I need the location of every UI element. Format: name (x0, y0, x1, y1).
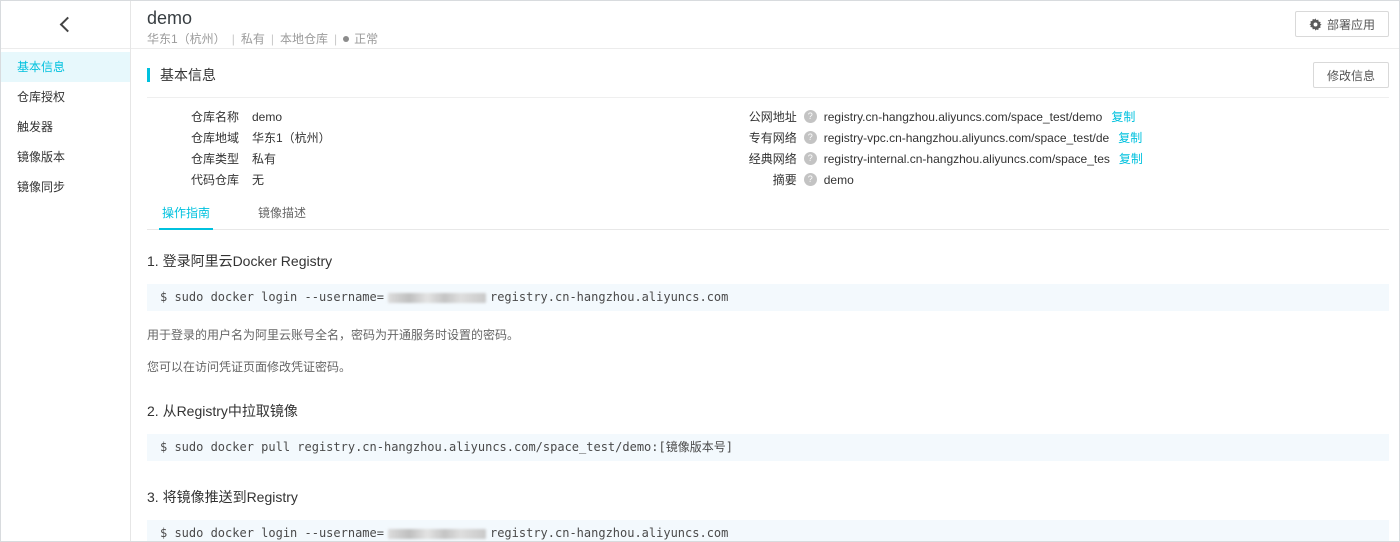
guide-step-1-title: 1. 登录阿里云Docker Registry (147, 253, 333, 269)
guide-paragraph: 用于登录的用户名为阿里云账号全名，密码为开通服务时设置的密码。 (147, 328, 520, 342)
back-button[interactable] (1, 1, 130, 49)
field-label: 摘要 (772, 173, 797, 187)
sidebar-item-image-versions[interactable]: 镜像版本 (1, 142, 130, 172)
sidebar-item-repo-authorization[interactable]: 仓库授权 (1, 82, 130, 112)
field-label: 经典网络 (748, 152, 797, 166)
field-label: 专有网络 (748, 131, 797, 145)
field-value: demo (252, 109, 283, 124)
sidebar-item-triggers[interactable]: 触发器 (1, 112, 130, 142)
basic-info-section-header: 基本信息 修改信息 (147, 62, 1389, 88)
field-label: 代码仓库 (190, 173, 239, 187)
field-label: 仓库类型 (190, 152, 239, 166)
section-title-wrap: 基本信息 (147, 65, 216, 85)
code-text: registry.cn-hangzhou.aliyuncs.com (489, 526, 729, 540)
page-header-text: demo 华东1（杭州） | 私有 | 本地仓库 | 正常 (147, 8, 378, 47)
subtitle-separator: | (333, 31, 338, 46)
help-icon[interactable]: ? (803, 173, 817, 186)
info-row-repo-type: 仓库类型 私有 (147, 148, 731, 169)
status-dot-icon (343, 35, 350, 42)
redacted-username (387, 292, 486, 303)
copy-link[interactable]: 复制 (1119, 150, 1143, 167)
info-row-repo-name: 仓库名称 demo (147, 106, 731, 127)
page-title: demo (147, 8, 193, 28)
region-label: 华东1（杭州） (147, 32, 226, 46)
info-row-vpc-endpoint: 专有网络 ? registry-vpc.cn-hangzhou.aliyuncs… (731, 127, 1389, 148)
content-panel: 基本信息 修改信息 仓库名称 demo 仓库地域 华东1（杭州） 仓库类型 私有… (131, 49, 1399, 541)
info-row-repo-region: 仓库地域 华东1（杭州） (147, 127, 731, 148)
info-column-right: 公网地址 ? registry.cn-hangzhou.aliyuncs.com… (731, 106, 1389, 190)
field-value: 无 (252, 173, 265, 187)
tab-bar: 操作指南 镜像描述 (147, 206, 1389, 230)
main-area: demo 华东1（杭州） | 私有 | 本地仓库 | 正常 部署应用 基本信息 … (131, 1, 1399, 541)
edit-info-button-label: 修改信息 (1326, 68, 1375, 83)
help-icon[interactable]: ? (803, 131, 817, 144)
sidebar: 基本信息 仓库授权 触发器 镜像版本 镜像同步 (1, 1, 131, 541)
info-column-left: 仓库名称 demo 仓库地域 华东1（杭州） 仓库类型 私有 代码仓库 无 (147, 106, 731, 190)
subtitle-separator: | (231, 31, 235, 46)
field-label: 公网地址 (748, 110, 797, 124)
deploy-app-button-label: 部署应用 (1326, 17, 1375, 32)
info-row-public-endpoint: 公网地址 ? registry.cn-hangzhou.aliyuncs.com… (731, 106, 1389, 127)
code-text: $ sudo docker login --username= (160, 526, 384, 540)
info-row-classic-endpoint: 经典网络 ? registry-internal.cn-hangzhou.ali… (731, 148, 1389, 169)
field-value: 私有 (252, 152, 277, 166)
section-accent-bar (147, 68, 150, 82)
code-text: $ sudo docker login --username= (160, 290, 384, 304)
repo-kind-label: 本地仓库 (279, 32, 328, 46)
guide-step-2-title: 2. 从Registry中拉取镜像 (147, 403, 298, 419)
endpoint-value: registry-internal.cn-hangzhou.aliyuncs.c… (823, 151, 1110, 166)
redacted-username (387, 528, 486, 539)
code-text: $ sudo docker pull registry.cn-hangzhou.… (160, 440, 733, 454)
guide-step-3-title: 3. 将镜像推送到Registry (147, 489, 298, 505)
summary-value: demo (823, 172, 854, 187)
guide-paragraph: 您可以在访问凭证页面修改凭证密码。 (147, 360, 352, 374)
deploy-app-button[interactable]: 部署应用 (1294, 11, 1389, 37)
code-line: $ sudo docker login --username= registry.… (160, 526, 1376, 541)
tab-image-description[interactable]: 镜像描述 (255, 206, 309, 230)
deploy-gear-icon (1309, 17, 1322, 31)
back-chevron-icon (59, 16, 76, 33)
copy-link[interactable]: 复制 (1111, 108, 1135, 125)
visibility-label: 私有 (240, 32, 265, 46)
help-icon[interactable]: ? (803, 152, 817, 165)
page-header: demo 华东1（杭州） | 私有 | 本地仓库 | 正常 部署应用 (131, 1, 1399, 49)
field-value: 华东1（杭州） (252, 131, 331, 145)
subtitle-separator: | (270, 31, 274, 46)
field-label: 仓库名称 (190, 110, 239, 124)
section-divider (147, 97, 1389, 98)
endpoint-value: registry-vpc.cn-hangzhou.aliyuncs.com/sp… (823, 130, 1110, 145)
page-subtitle: 华东1（杭州） | 私有 | 本地仓库 | 正常 (147, 30, 378, 47)
code-block-login: $ sudo docker login --username= registry.… (147, 284, 1389, 311)
repository-detail-page: 基本信息 仓库授权 触发器 镜像版本 镜像同步 demo 华东1（杭州） | 私… (0, 0, 1400, 542)
sidebar-menu: 基本信息 仓库授权 触发器 镜像版本 镜像同步 (1, 49, 130, 202)
copy-link[interactable]: 复制 (1118, 129, 1142, 146)
code-block-push: $ sudo docker login --username= registry.… (147, 520, 1389, 541)
info-row-code-repo: 代码仓库 无 (147, 169, 731, 190)
tab-operation-guide[interactable]: 操作指南 (159, 206, 214, 230)
sidebar-item-basic-info[interactable]: 基本信息 (1, 52, 130, 82)
help-icon[interactable]: ? (803, 110, 817, 123)
field-label: 仓库地域 (190, 131, 239, 145)
code-text: registry.cn-hangzhou.aliyuncs.com (489, 290, 729, 304)
section-title: 基本信息 (160, 67, 216, 83)
code-block-pull: $ sudo docker pull registry.cn-hangzhou.… (147, 434, 1389, 461)
edit-info-button[interactable]: 修改信息 (1312, 62, 1389, 88)
info-grid: 仓库名称 demo 仓库地域 华东1（杭州） 仓库类型 私有 代码仓库 无 公网… (147, 106, 1389, 190)
sidebar-item-image-sync[interactable]: 镜像同步 (1, 172, 130, 202)
endpoint-value: registry.cn-hangzhou.aliyuncs.com/space_… (823, 109, 1103, 124)
status-badge: 正常 (354, 32, 379, 46)
info-row-summary: 摘要 ? demo (731, 169, 1389, 190)
